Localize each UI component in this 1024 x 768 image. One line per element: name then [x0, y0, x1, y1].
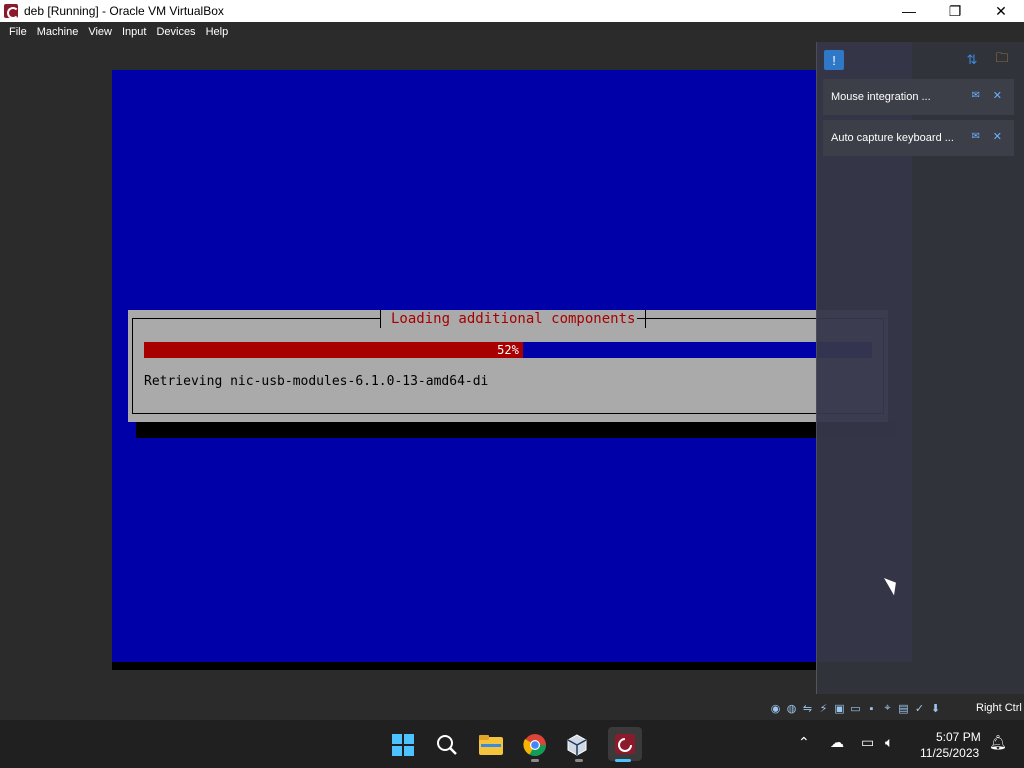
vm-window-active-indicator: [615, 759, 631, 762]
window-controls: — ❐ ✕: [886, 0, 1024, 22]
vm-window-taskbar-icon[interactable]: [608, 727, 642, 761]
menu-bar: File Machine View Input Devices Help: [0, 22, 1024, 42]
chrome-icon[interactable]: [522, 732, 548, 758]
search-icon[interactable]: [434, 732, 460, 758]
start-windows-icon[interactable]: [390, 732, 416, 758]
volume-icon[interactable]: 🔈︎: [885, 734, 893, 751]
dialog-frame-top-left: [132, 318, 380, 319]
sort-icon[interactable]: ⇅: [962, 50, 982, 70]
usb-icon[interactable]: ⚡: [816, 701, 831, 716]
clear-all-icon[interactable]: 🗀: [992, 50, 1012, 70]
virtualbox-manager-running-indicator: [575, 759, 583, 762]
network-icon[interactable]: ⇋: [800, 701, 815, 716]
cpu-icon[interactable]: ▤: [896, 701, 911, 716]
virtualbox-manager-icon[interactable]: [564, 732, 590, 758]
notification-close-icon[interactable]: ✕: [993, 89, 1002, 102]
show-hidden-icons-chevron-icon[interactable]: ⌃: [798, 734, 810, 751]
notification-text: Auto capture keyboard ...: [831, 132, 954, 144]
audio-icon[interactable]: ◍: [784, 701, 799, 716]
host-key-label[interactable]: Right Ctrl: [976, 702, 1022, 714]
mouse-integration-icon[interactable]: ⌖: [880, 701, 895, 716]
progress-label: 52%: [497, 343, 519, 357]
installer-status-text: Retrieving nic-usb-modules-6.1.0-13-amd6…: [144, 374, 489, 389]
file-explorer-icon[interactable]: [478, 732, 504, 758]
dialog-title: Loading additional components: [380, 310, 647, 328]
maximize-button[interactable]: ❐: [932, 0, 978, 22]
menu-machine[interactable]: Machine: [32, 26, 84, 38]
notification-center-header: ! ⇅ 🗀: [822, 50, 1018, 72]
network-offline-icon[interactable]: ☁: [830, 734, 844, 751]
notification-item[interactable]: Auto capture keyboard ... ✉ ✕: [823, 120, 1014, 156]
vm-status-icon[interactable]: ⬇: [928, 701, 943, 716]
status-indicators: ◉ ◍ ⇋ ⚡ ▣ ▭ ▪ ⌖ ▤ ✓ ⬇: [768, 701, 943, 716]
dialog-frame: [132, 318, 884, 414]
notification-bell-icon[interactable]: 🔔︎: [989, 734, 1007, 751]
notification-keep-icon[interactable]: ✉: [972, 131, 980, 142]
display-network-icon[interactable]: ▭: [861, 734, 874, 751]
notification-text: Mouse integration ...: [831, 91, 931, 103]
vm-status-bar: ◉ ◍ ⇋ ⚡ ▣ ▭ ▪ ⌖ ▤ ✓ ⬇ Right Ctrl: [0, 698, 1024, 720]
window-title: deb [Running] - Oracle VM VirtualBox: [24, 4, 224, 18]
display-icon[interactable]: ▭: [848, 701, 863, 716]
notification-close-icon[interactable]: ✕: [993, 130, 1002, 143]
clock-time[interactable]: 5:07 PM: [936, 730, 981, 744]
menu-help[interactable]: Help: [201, 26, 234, 38]
shared-folder-icon[interactable]: ▣: [832, 701, 847, 716]
notification-keep-icon[interactable]: ✉: [972, 90, 980, 101]
window-titlebar: deb [Running] - Oracle VM VirtualBox — ❐…: [0, 0, 1024, 22]
chrome-running-indicator: [531, 759, 539, 762]
virtualbox-debian-icon: [4, 4, 19, 19]
guest-screen-bottom-border: [112, 662, 816, 670]
notification-item[interactable]: Mouse integration ... ✉ ✕: [823, 79, 1014, 115]
keyboard-icon[interactable]: ✓: [912, 701, 927, 716]
close-button[interactable]: ✕: [978, 0, 1024, 22]
menu-devices[interactable]: Devices: [151, 26, 200, 38]
menu-input[interactable]: Input: [117, 26, 151, 38]
progress-bar: 52%: [144, 342, 872, 358]
dialog-shadow: [136, 422, 896, 438]
message-icon[interactable]: !: [824, 50, 844, 70]
recording-icon[interactable]: ▪: [864, 701, 879, 716]
menu-file[interactable]: File: [4, 26, 32, 38]
clock-date[interactable]: 11/25/2023: [920, 746, 979, 760]
menu-view[interactable]: View: [83, 26, 117, 38]
optical-drive-icon[interactable]: ◉: [768, 701, 783, 716]
minimize-button[interactable]: —: [886, 0, 932, 22]
